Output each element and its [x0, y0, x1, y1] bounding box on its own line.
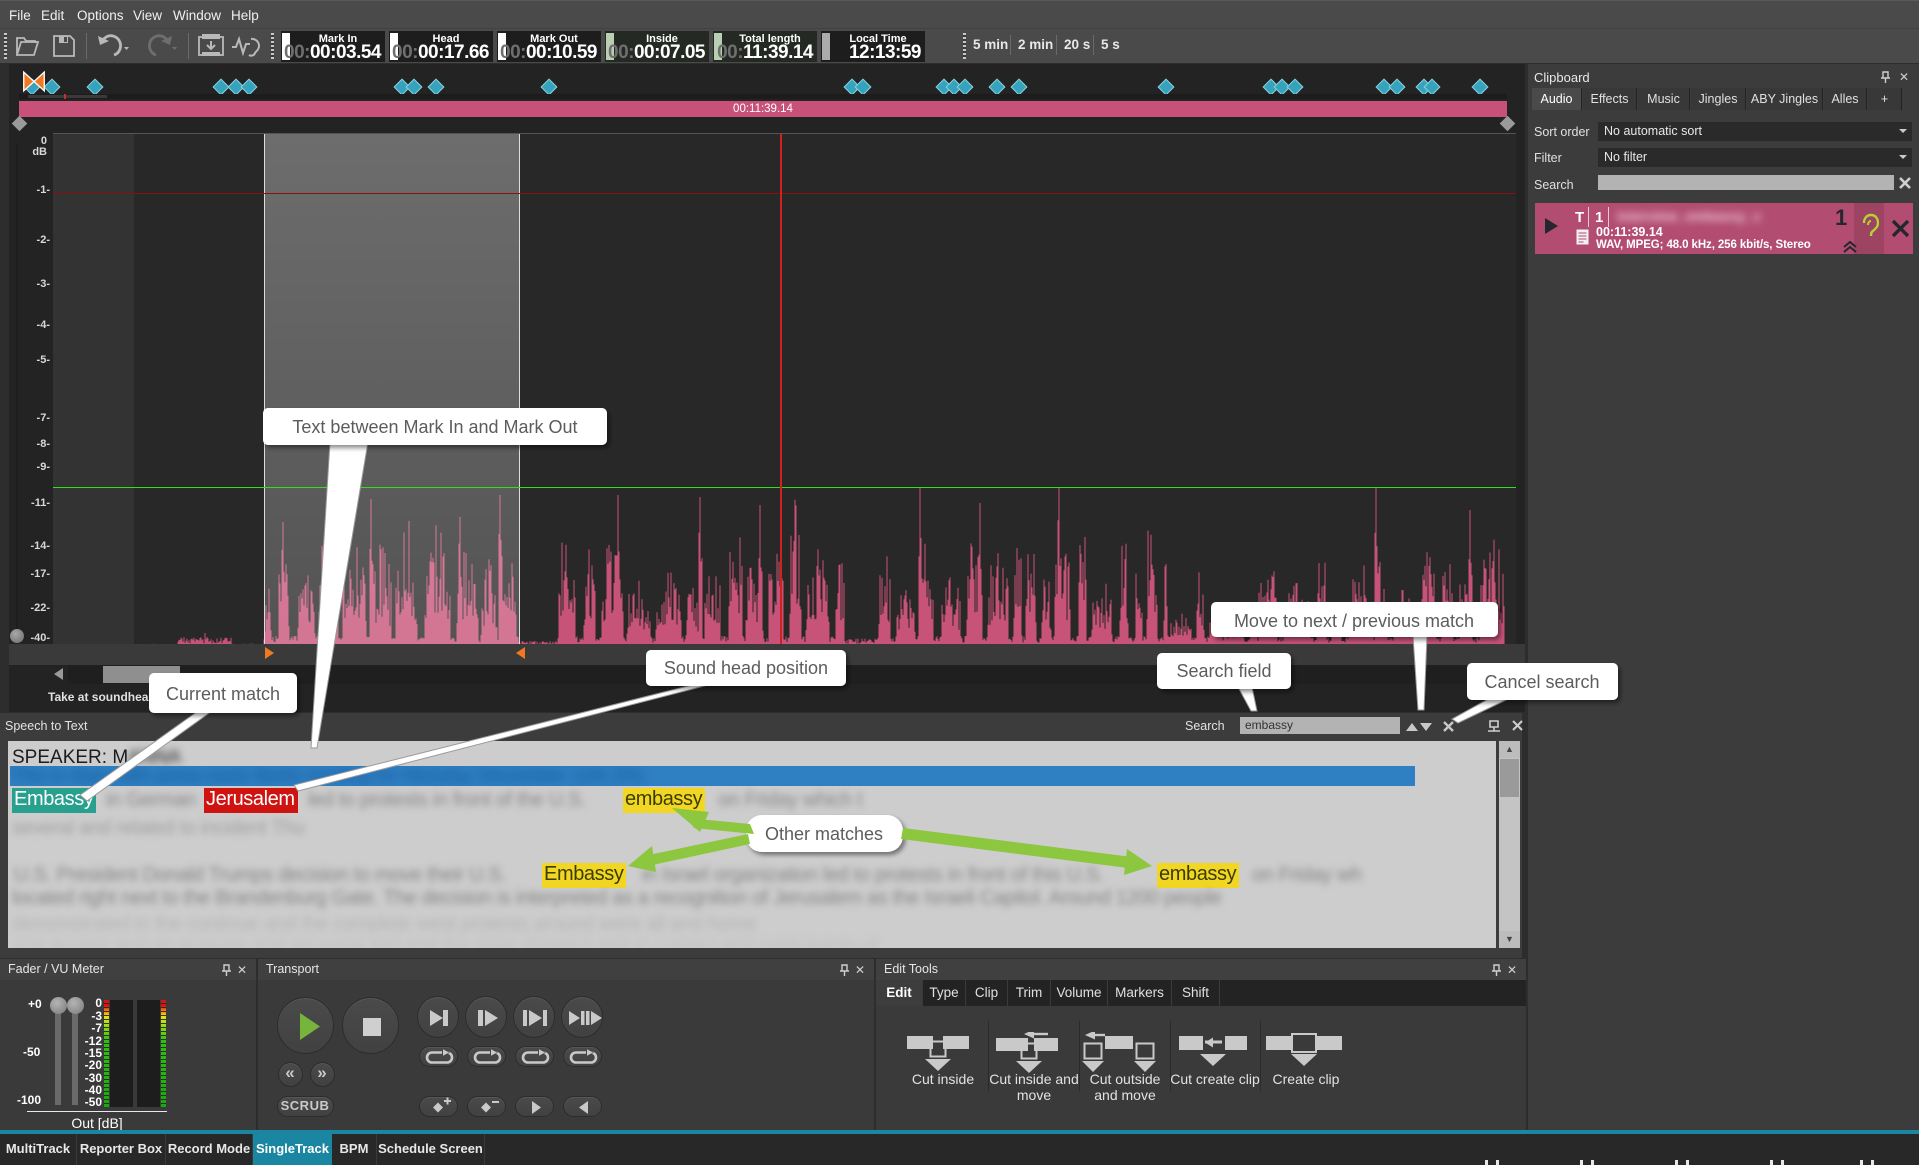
svg-text:Current match: Current match — [166, 684, 280, 704]
svg-text:Text between Mark In and Mark: Text between Mark In and Mark Out — [292, 417, 577, 437]
svg-text:Other matches: Other matches — [765, 824, 883, 844]
svg-text:Search field: Search field — [1176, 661, 1271, 681]
svg-text:Move to next / previous match: Move to next / previous match — [1234, 611, 1474, 631]
svg-text:Sound head position: Sound head position — [664, 658, 828, 678]
svg-text:Cancel search: Cancel search — [1484, 672, 1599, 692]
